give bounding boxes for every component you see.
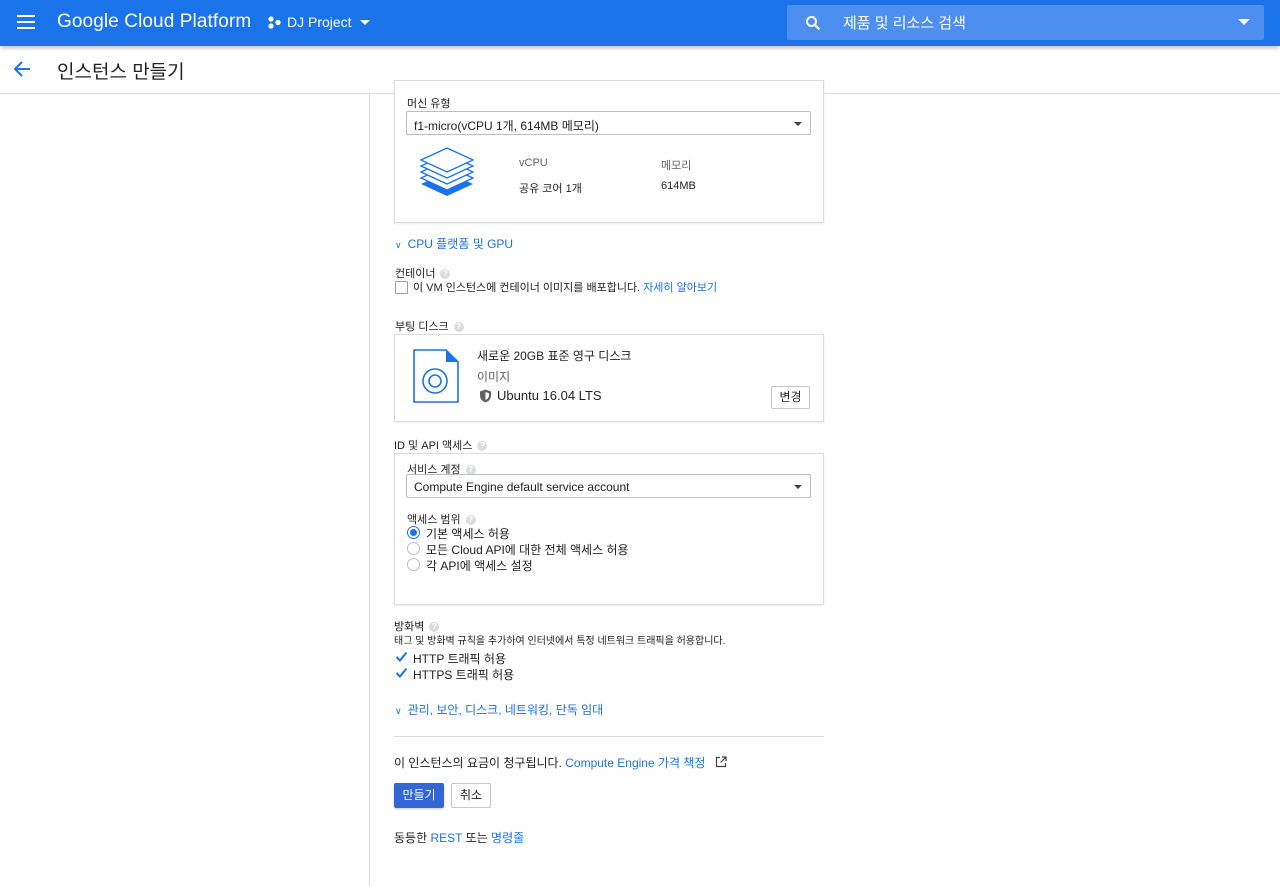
project-icon: [268, 16, 281, 29]
container-checkbox-text: 이 VM 인스턴스에 컨테이너 이미지를 배포합니다.: [413, 282, 641, 294]
product-title[interactable]: Google Cloud Platform: [57, 11, 251, 33]
search-icon: [806, 16, 821, 31]
boot-disk-label: 부팅 디스크: [395, 321, 449, 333]
container-description: 이 VM 인스턴스에 컨테이너 이미지를 배포합니다. 자세히 알아보기: [413, 279, 717, 295]
chevron-down-icon: [794, 122, 802, 126]
cancel-button[interactable]: 취소: [451, 783, 491, 808]
search-input[interactable]: 제품 및 리소스 검색: [843, 12, 966, 33]
search-dropdown-icon[interactable]: [1238, 19, 1250, 25]
container-checkbox[interactable]: [395, 281, 408, 294]
back-arrow-icon[interactable]: [12, 60, 32, 78]
open-in-new-icon[interactable]: [715, 756, 727, 768]
memory-header: 메모리: [661, 160, 692, 172]
service-account-select[interactable]: Compute Engine default service account: [406, 474, 811, 498]
search-bar[interactable]: 제품 및 리소스 검색: [787, 5, 1264, 40]
chevron-down-icon: [794, 485, 802, 489]
machine-type-value: f1-micro(vCPU 1개, 614MB 메모리): [414, 119, 599, 133]
boot-disk-section: 부팅 디스크?: [395, 318, 464, 334]
vcpu-header: vCPU: [519, 157, 548, 169]
shield-icon: [480, 389, 491, 403]
scope-option-label: 모든 Cloud API에 대한 전체 액세스 허용: [426, 543, 629, 557]
equivalent-note: 동등한 REST 또는 명령줄: [394, 829, 524, 846]
billing-text: 이 인스턴스의 요금이 청구됩니다.: [394, 756, 562, 770]
memory-value: 614MB: [661, 180, 696, 192]
scope-radio-full[interactable]: [407, 542, 420, 555]
machine-stack-icon: [419, 147, 475, 196]
project-selector[interactable]: DJ Project: [267, 14, 370, 30]
https-label: HTTPS 트래픽 허용: [413, 668, 515, 682]
scope-option-label: 각 API에 액세스 설정: [426, 559, 533, 573]
https-checkbox[interactable]: [395, 666, 408, 679]
rest-link[interactable]: REST: [430, 831, 462, 845]
identity-label: ID 및 API 액세스: [394, 440, 473, 452]
machine-type-select[interactable]: f1-micro(vCPU 1개, 614MB 메모리): [406, 111, 811, 135]
machine-type-label: 머신 유형: [407, 98, 451, 110]
project-name: DJ Project: [287, 14, 352, 30]
page-title: 인스턴스 만들기: [57, 62, 185, 83]
scope-option-label: 기본 액세스 허용: [426, 527, 510, 541]
cpu-platform-link: CPU 플랫폼 및 GPU: [407, 237, 514, 251]
image-label: 이미지: [477, 370, 511, 384]
boot-disk-title: 새로운 20GB 표준 영구 디스크: [477, 349, 632, 363]
image-name: Ubuntu 16.04 LTS: [497, 388, 602, 403]
create-button[interactable]: 만들기: [394, 783, 444, 808]
scope-radio-custom[interactable]: [407, 558, 420, 571]
billing-note: 이 인스턴스의 요금이 청구됩니다. Compute Engine 가격 책정: [394, 754, 727, 771]
menu-icon[interactable]: [14, 12, 38, 34]
equivalent-prefix: 동등한: [394, 831, 428, 845]
cpu-platform-expander[interactable]: ∨ CPU 플랫폼 및 GPU: [395, 235, 513, 252]
advanced-options-link: 관리, 보안, 디스크, 네트워킹, 단독 임대: [407, 703, 604, 717]
help-icon[interactable]: ?: [477, 441, 488, 452]
learn-more-link[interactable]: 자세히 알아보기: [643, 282, 717, 294]
help-icon[interactable]: ?: [429, 622, 440, 633]
http-label: HTTP 트래픽 허용: [413, 652, 506, 666]
top-app-bar: Google Cloud Platform DJ Project 제품 및 리소…: [0, 0, 1280, 46]
pricing-link[interactable]: Compute Engine 가격 책정: [565, 756, 705, 770]
chevron-down-icon: [359, 19, 370, 25]
vcpu-value: 공유 코어 1개: [519, 183, 582, 195]
firewall-description: 태그 및 방화벽 규칙을 추가하여 인터넷에서 특정 네트워크 트래픽을 허용합…: [394, 636, 726, 647]
left-panel: [0, 94, 370, 886]
advanced-options-expander[interactable]: ∨ 관리, 보안, 디스크, 네트워킹, 단독 임대: [395, 701, 603, 718]
change-boot-disk-button[interactable]: 변경: [771, 386, 810, 409]
identity-section: ID 및 API 액세스?: [394, 437, 488, 453]
disk-file-icon: [413, 349, 459, 403]
help-icon[interactable]: ?: [465, 515, 476, 526]
divider: [394, 736, 824, 737]
http-checkbox[interactable]: [395, 650, 408, 663]
service-account-value: Compute Engine default service account: [414, 480, 630, 494]
equivalent-middle: 또는: [465, 831, 488, 845]
help-icon[interactable]: ?: [440, 269, 451, 280]
scope-radio-default[interactable]: [407, 526, 420, 539]
expand-chevron-icon: ∨: [395, 240, 402, 250]
command-line-link[interactable]: 명령줄: [491, 831, 524, 845]
help-icon[interactable]: ?: [453, 322, 464, 333]
expand-chevron-icon: ∨: [395, 706, 402, 716]
